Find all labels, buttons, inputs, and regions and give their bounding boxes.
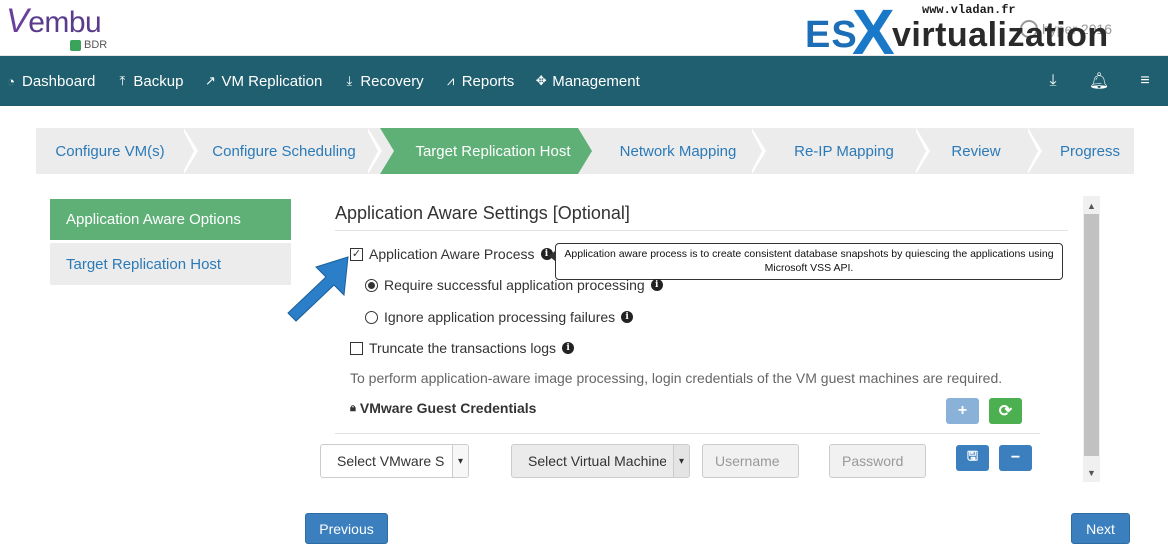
virtual-machine-select[interactable]: Select Virtual Machine ▾: [511, 444, 690, 478]
scroll-down-icon[interactable]: ▼: [1083, 465, 1100, 481]
remove-credential-button[interactable]: −: [999, 445, 1032, 471]
nav-reports[interactable]: ⩘ Reports: [440, 56, 531, 106]
credentials-note: To perform application-aware image proce…: [350, 370, 1003, 386]
nav-right-tools: ⤓ 🔔︎ ≡: [1030, 56, 1168, 106]
scroll-up-icon[interactable]: ▲: [1083, 198, 1100, 214]
share-icon: ↗: [204, 73, 216, 88]
save-icon: 🖫: [966, 448, 979, 463]
password-input[interactable]: Password: [829, 444, 926, 478]
chevron-down-icon: ▾: [452, 445, 468, 477]
nav-recovery[interactable]: ⤓ Recovery: [338, 56, 439, 106]
download-icon: ⤓: [346, 73, 353, 88]
logo-subtitle: BDR: [70, 39, 107, 51]
nav-backup[interactable]: ⤒ Backup: [111, 56, 199, 106]
nav-dashboard[interactable]: ◔ Dashboard: [0, 56, 111, 106]
menu-icon[interactable]: ≡: [1122, 72, 1168, 90]
watermark-es: ES: [805, 14, 858, 56]
nav-management[interactable]: ✥ Management: [530, 56, 656, 106]
dashboard-icon: ◔: [7, 73, 15, 89]
radio-require-label: Require successful application processin…: [384, 277, 645, 293]
logo-wordmark: Vembu: [6, 2, 102, 40]
radio-require-row: Require successful application processin…: [365, 277, 663, 293]
refresh-button[interactable]: ⟳: [989, 398, 1022, 424]
scrollbar-thumb[interactable]: [1084, 214, 1099, 456]
step-review[interactable]: Review: [930, 128, 1022, 174]
main-nav: ◔ Dashboard ⤒ Backup ↗ VM Replication ⤓ …: [0, 56, 1168, 106]
annotation-arrow-icon: [287, 256, 349, 322]
step-network-mapping[interactable]: Network Mapping: [606, 128, 750, 174]
step-re-ip-mapping[interactable]: Re-IP Mapping: [770, 128, 918, 174]
vembu-logo[interactable]: Vembu BDR: [6, 2, 107, 51]
watermark: www.vladan.fr ES X virtualization: [800, 0, 1168, 64]
radio-ignore-label: Ignore application processing failures: [384, 309, 616, 325]
page-title: Application Aware Settings [Optional]: [335, 203, 630, 223]
app-aware-row: ✓ Application Aware Process i: [350, 246, 553, 262]
nav-vm-replication[interactable]: ↗ VM Replication: [199, 56, 338, 106]
watermark-text: virtualization: [892, 16, 1109, 54]
step-progress[interactable]: Progress: [1046, 128, 1134, 174]
username-input[interactable]: Username: [702, 444, 799, 478]
refresh-icon: ⟳: [998, 403, 1013, 420]
vmware-server-select[interactable]: Select VMware S ▾: [320, 444, 469, 478]
truncate-logs-checkbox[interactable]: [350, 341, 363, 355]
info-icon[interactable]: i: [621, 311, 634, 323]
bdr-icon: [70, 39, 81, 51]
app-aware-tooltip: Application aware process is to create c…: [555, 243, 1063, 280]
radio-ignore-row: Ignore application processing failures i: [365, 309, 634, 325]
bell-icon[interactable]: 🔔︎: [1076, 71, 1122, 91]
watermark-x: X: [852, 0, 895, 68]
title-divider: [335, 230, 1068, 231]
credentials-heading: 🔒︎ VMware Guest Credentials: [350, 400, 537, 416]
crosshair-icon: ✥: [535, 73, 547, 88]
credentials-divider: [335, 433, 1040, 434]
chart-icon: ⩘: [447, 73, 455, 88]
app-aware-label: Application Aware Process: [369, 246, 535, 262]
info-icon[interactable]: i: [650, 279, 663, 291]
step-target-replication-host[interactable]: Target Replication Host: [380, 128, 592, 174]
save-credential-button[interactable]: 🖫: [956, 445, 989, 471]
truncate-row: Truncate the transactions logs i: [350, 340, 575, 356]
chevron-down-icon: ▾: [673, 445, 689, 477]
next-button[interactable]: Next: [1071, 513, 1130, 544]
previous-button[interactable]: Previous: [305, 513, 388, 544]
app-header: Vembu BDR hyper 2016 www.vladan.fr ES X …: [0, 0, 1168, 64]
lock-icon: 🔒︎: [350, 401, 356, 414]
sidebar-item-target-replication-host[interactable]: Target Replication Host: [50, 243, 291, 285]
watermark-url: www.vladan.fr: [922, 3, 1016, 17]
sidebar-item-application-aware-options[interactable]: Application Aware Options: [50, 199, 291, 240]
download-icon[interactable]: ⤓: [1030, 72, 1076, 90]
info-icon[interactable]: i: [562, 342, 575, 354]
radio-require-success[interactable]: [365, 278, 378, 292]
radio-ignore-failures[interactable]: [365, 310, 378, 324]
upload-icon: ⤒: [119, 73, 126, 88]
step-configure-scheduling[interactable]: Configure Scheduling: [204, 128, 364, 174]
add-credential-button[interactable]: +: [946, 398, 979, 424]
truncate-label: Truncate the transactions logs: [369, 340, 557, 356]
step-configure-vms[interactable]: Configure VM(s): [36, 128, 184, 174]
